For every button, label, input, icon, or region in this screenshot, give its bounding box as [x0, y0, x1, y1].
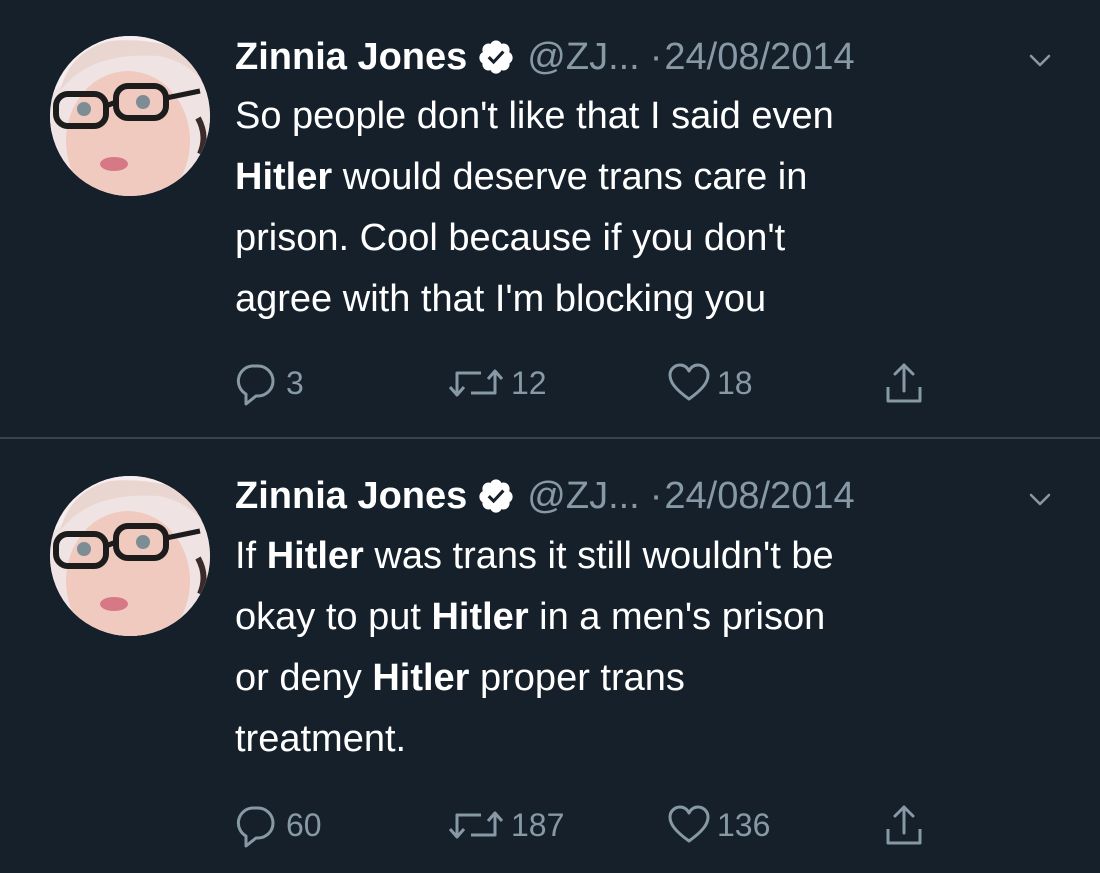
reply-icon — [236, 364, 275, 406]
heart-icon — [668, 363, 710, 401]
share-icon — [886, 363, 922, 403]
heart-icon — [668, 805, 710, 843]
tweet-text-line: treatment. — [235, 709, 1065, 770]
highlighted-keyword: Hitler — [235, 156, 333, 198]
text-segment: treatment. — [235, 718, 407, 760]
chevron-down-icon[interactable] — [1025, 484, 1055, 514]
reply-count: 3 — [286, 364, 304, 401]
share-button[interactable] — [882, 358, 932, 408]
text-segment: would deserve trans care in — [332, 156, 808, 198]
retweet-count: 12 — [511, 364, 547, 401]
tweet-header: Zinnia Jones @ZJ... · 24/08/2014 — [235, 33, 855, 81]
share-button[interactable] — [882, 800, 932, 850]
tweet-divider — [0, 437, 1100, 439]
reply-button[interactable]: 3 — [230, 358, 304, 408]
tweet-date[interactable]: 24/08/2014 — [664, 475, 854, 518]
text-segment: was trans it still wouldn't be — [363, 535, 834, 577]
author-handle[interactable]: @ZJ... — [527, 475, 639, 518]
tweet-text-line: Hitler would deserve trans care in — [235, 147, 1065, 208]
text-segment: agree with that I'm blocking you — [235, 278, 767, 320]
tweet-date[interactable]: 24/08/2014 — [664, 36, 854, 79]
avatar[interactable] — [50, 36, 210, 196]
tweet-actions: 60 187 136 — [230, 800, 990, 850]
tweet-text-line: So people don't like that I said even — [235, 86, 1065, 147]
text-segment: If — [235, 535, 267, 577]
text-segment: or deny — [235, 657, 373, 699]
reply-count: 60 — [286, 806, 322, 843]
retweet-button[interactable]: 12 — [447, 358, 547, 408]
share-icon — [886, 805, 922, 845]
reply-button[interactable]: 60 — [230, 800, 322, 850]
tweet[interactable]: Zinnia Jones @ZJ... · 24/08/2014 So peop… — [0, 0, 1100, 438]
author-name[interactable]: Zinnia Jones — [235, 475, 467, 518]
tweet-text: If Hitler was trans it still wouldn't be… — [235, 526, 1065, 770]
chevron-down-icon[interactable] — [1025, 45, 1055, 75]
tweet-text-line: prison. Cool because if you don't — [235, 208, 1065, 269]
tweet-text-line: okay to put Hitler in a men's prison — [235, 587, 1065, 648]
author-name[interactable]: Zinnia Jones — [235, 36, 467, 79]
retweet-icon — [448, 369, 504, 397]
text-segment: So people don't like that I said even — [235, 95, 834, 137]
tweet-text-line: or deny Hitler proper trans — [235, 648, 1065, 709]
separator-dot: · — [649, 35, 663, 78]
tweet-text: So people don't like that I said even Hit… — [235, 86, 1065, 330]
avatar[interactable] — [50, 476, 210, 636]
text-segment: prison. Cool because if you don't — [235, 217, 786, 259]
highlighted-keyword: Hitler — [372, 657, 470, 699]
separator-dot: · — [649, 474, 663, 517]
text-segment: okay to put — [235, 596, 432, 638]
like-count: 18 — [717, 364, 753, 401]
retweet-icon — [448, 811, 504, 839]
highlighted-keyword: Hitler — [431, 596, 529, 638]
text-segment: proper trans — [469, 657, 685, 699]
tweet-header: Zinnia Jones @ZJ... · 24/08/2014 — [235, 472, 855, 520]
tweet-text-line: agree with that I'm blocking you — [235, 269, 1065, 330]
author-handle[interactable]: @ZJ... — [527, 36, 639, 79]
like-count: 136 — [717, 806, 771, 843]
verified-badge-icon — [477, 38, 515, 76]
text-segment: in a men's prison — [528, 596, 826, 638]
retweet-button[interactable]: 187 — [447, 800, 564, 850]
tweet-text-line: If Hitler was trans it still wouldn't be — [235, 526, 1065, 587]
tweet-actions: 3 12 18 — [230, 358, 990, 408]
verified-badge-icon — [477, 477, 515, 515]
tweet[interactable]: Zinnia Jones @ZJ... · 24/08/2014 If Hitl… — [0, 440, 1100, 873]
reply-icon — [236, 806, 275, 848]
retweet-count: 187 — [511, 806, 565, 843]
highlighted-keyword: Hitler — [266, 535, 364, 577]
like-button[interactable]: 18 — [667, 358, 753, 408]
like-button[interactable]: 136 — [667, 800, 770, 850]
